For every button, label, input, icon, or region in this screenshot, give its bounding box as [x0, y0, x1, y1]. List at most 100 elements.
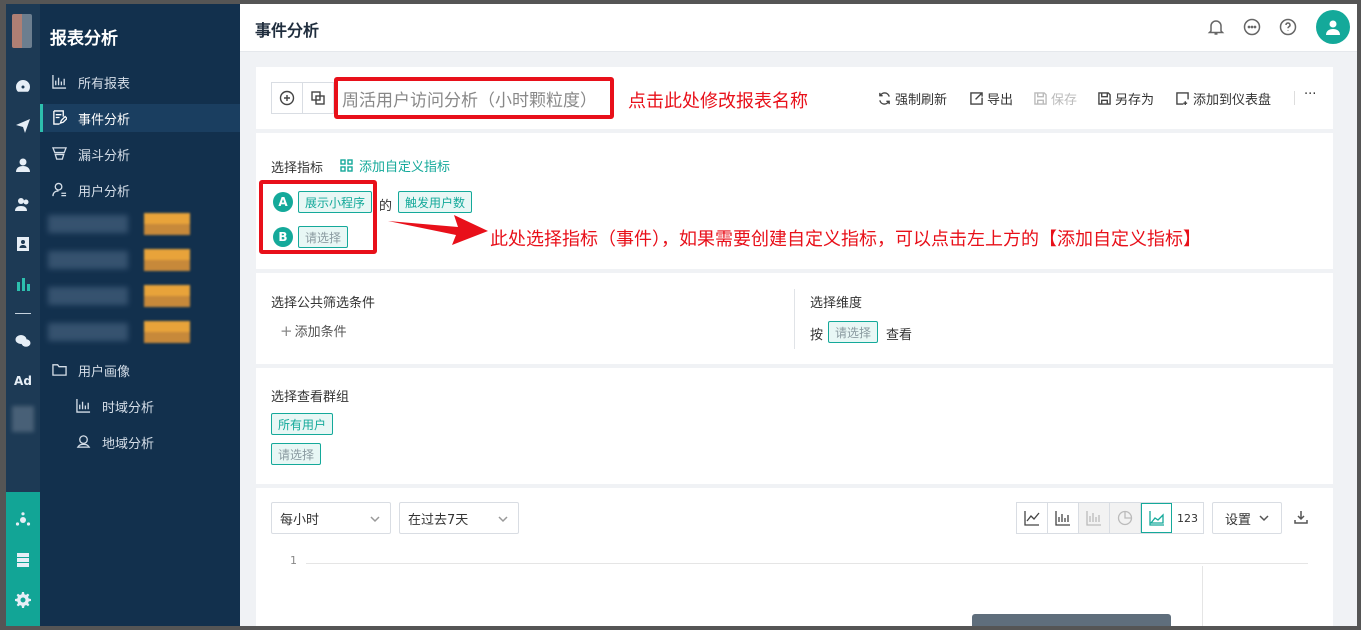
pie-chart-button[interactable] — [1110, 503, 1141, 533]
line-chart-icon — [1024, 511, 1040, 526]
server-icon[interactable] — [6, 548, 40, 572]
contact-card-icon[interactable] — [6, 232, 40, 256]
grid-icon — [340, 159, 353, 172]
dimension-select[interactable]: 请选择 — [828, 321, 879, 343]
bar-chart-icon — [52, 74, 68, 90]
chevron-down-icon — [370, 513, 380, 523]
blurred-icon — [12, 406, 34, 432]
sidebar-item-label: 用户画像 — [78, 364, 131, 380]
export-button[interactable]: 导出 — [970, 89, 1013, 108]
bar-chart-icon — [1055, 511, 1070, 526]
sidebar-item-region-analysis[interactable]: 地域分析 — [40, 428, 240, 456]
more-button[interactable]: ··· — [1304, 87, 1316, 102]
chart-section: 每小时 在过去7天 123 设置 1 — [256, 488, 1333, 630]
sidebar-item-label: 时域分析 — [102, 400, 155, 416]
report-toolbar: 周活用户访问分析（小时颗粒度） 点击此处修改报表名称 强制刷新 导出 保存 另存… — [256, 67, 1333, 129]
granularity-select[interactable]: 每小时 — [271, 502, 391, 534]
help-icon[interactable] — [1279, 18, 1297, 36]
rail-divider — [15, 313, 31, 314]
toolbar-divider — [1294, 91, 1295, 105]
user-avatar-icon — [1326, 20, 1340, 35]
bell-icon[interactable] — [1207, 18, 1225, 36]
report-name-input[interactable]: 周活用户访问分析（小时颗粒度） — [334, 77, 614, 119]
users-icon[interactable] — [6, 192, 40, 216]
wechat-icon[interactable] — [6, 329, 40, 353]
chevron-down-icon — [1259, 515, 1269, 522]
download-icon[interactable] — [1294, 510, 1308, 524]
settings-dropdown[interactable]: 设置 — [1212, 502, 1283, 534]
logo — [12, 14, 32, 48]
y-axis-tick: 1 — [290, 554, 297, 567]
sidebar-item-label: 事件分析 — [78, 112, 131, 128]
report-name-annotation: 点击此处修改报表名称 — [628, 91, 808, 112]
group-section: 选择查看群组 所有用户 请选择 — [256, 368, 1333, 484]
blurred-menu-item — [48, 247, 228, 273]
export-icon — [970, 92, 983, 105]
force-refresh-button[interactable]: 强制刷新 — [878, 89, 947, 108]
bar-chart-button[interactable] — [1048, 503, 1079, 533]
save-as-icon — [1098, 92, 1111, 105]
pie-chart-icon — [1117, 510, 1133, 526]
metric-a-event-select[interactable]: 展示小程序 — [298, 191, 373, 213]
save-button[interactable]: 保存 — [1034, 89, 1077, 108]
location-icon — [76, 434, 92, 450]
filter-label: 选择公共筛选条件 — [271, 296, 376, 311]
copy-icon — [311, 91, 325, 105]
save-as-button[interactable]: 另存为 — [1098, 89, 1154, 108]
add-dashboard-icon — [1176, 92, 1189, 105]
blurred-menu-item — [48, 319, 228, 345]
area-chart-icon — [1148, 511, 1164, 526]
add-report-button[interactable] — [271, 82, 303, 114]
filter-section: 选择公共筛选条件 + 添加条件 选择维度 按 请选择 查看 — [256, 273, 1333, 364]
group-select[interactable]: 请选择 — [271, 443, 322, 465]
copy-report-button[interactable] — [302, 82, 334, 114]
number-view-button[interactable]: 123 — [1172, 503, 1203, 533]
avatar[interactable] — [1316, 10, 1350, 44]
sidebar-item-label: 地域分析 — [102, 436, 155, 452]
user-icon — [52, 182, 68, 198]
user-icon[interactable] — [6, 153, 40, 177]
sidebar-item-user-portrait[interactable]: 用户画像 — [40, 356, 240, 384]
sidebar-item-user-analysis[interactable]: 用户分析 — [40, 176, 240, 204]
sidebar-item-all-reports[interactable]: 所有报表 — [40, 68, 240, 96]
add-custom-metric-link[interactable]: 添加自定义指标 — [340, 156, 450, 175]
all-users-tag[interactable]: 所有用户 — [271, 413, 334, 435]
analytics-icon[interactable] — [6, 272, 40, 296]
sidebar-item-label: 所有报表 — [78, 76, 131, 92]
add-condition-button[interactable]: + 添加条件 — [280, 321, 347, 340]
area-chart-button[interactable] — [1141, 503, 1172, 533]
line-chart-button[interactable] — [1017, 503, 1048, 533]
icon-rail: Ad — [6, 4, 40, 626]
save-icon — [1034, 92, 1047, 105]
blurred-menu-item — [48, 283, 228, 309]
funnel-icon — [52, 146, 68, 162]
add-to-dashboard-button[interactable]: 添加到仪表盘 — [1176, 89, 1271, 108]
view-label: 查看 — [886, 328, 913, 343]
metric-b-select[interactable]: 请选择 — [298, 226, 349, 248]
sidebar-item-time-analysis[interactable]: 时域分析 — [40, 392, 240, 420]
bar-chart-icon — [76, 398, 92, 414]
metric-a-measure-select[interactable]: 触发用户数 — [398, 191, 473, 213]
page-title: 事件分析 — [255, 21, 320, 40]
by-label: 按 — [810, 328, 824, 343]
ad-icon[interactable]: Ad — [6, 369, 40, 393]
metrics-label: 选择指标 — [271, 161, 324, 176]
hub-icon[interactable] — [6, 508, 40, 532]
group-label: 选择查看群组 — [271, 390, 350, 405]
top-header: 事件分析 — [240, 4, 1357, 52]
date-range-select[interactable]: 在过去7天 — [399, 502, 519, 534]
plus-icon: + — [280, 322, 293, 340]
edit-report-icon — [52, 110, 68, 126]
gear-icon[interactable] — [6, 588, 40, 612]
dashboard-icon[interactable] — [6, 74, 40, 98]
plus-circle-icon — [279, 90, 295, 106]
send-icon[interactable] — [6, 114, 40, 138]
sidebar-title: 报表分析 — [50, 29, 118, 49]
sidebar-item-funnel-analysis[interactable]: 漏斗分析 — [40, 140, 240, 168]
sidebar-item-event-analysis[interactable]: 事件分析 — [40, 104, 240, 132]
stacked-bar-button[interactable] — [1079, 503, 1110, 533]
blurred-menu-item — [48, 211, 228, 237]
sidebar-item-label: 漏斗分析 — [78, 148, 131, 164]
chat-icon[interactable] — [1243, 18, 1261, 36]
of-label: 的 — [379, 199, 393, 214]
